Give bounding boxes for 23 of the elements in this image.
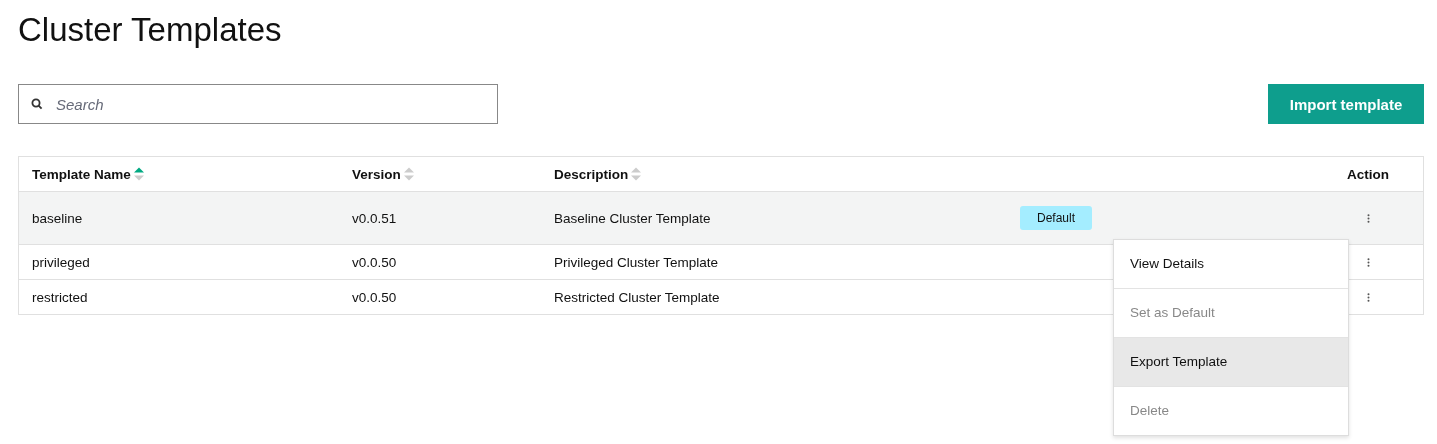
search-icon (31, 98, 43, 110)
version-text: v0.0.51 (352, 210, 397, 226)
column-header[interactable]: Template Name (32, 166, 131, 182)
kebab-menu-icon[interactable] (1366, 257, 1370, 267)
description-text: Privileged Cluster Template (554, 254, 719, 270)
kebab-menu-icon[interactable] (1366, 213, 1370, 223)
default-badge: Default (1020, 206, 1093, 230)
template-name: baseline (32, 210, 83, 226)
version-text: v0.0.50 (352, 289, 397, 305)
kebab-menu-icon[interactable] (1366, 292, 1370, 302)
version-text: v0.0.50 (352, 254, 397, 270)
template-name: restricted (32, 289, 88, 305)
description-text: Restricted Cluster Template (554, 289, 720, 305)
template-name: privileged (32, 254, 90, 270)
table-row[interactable]: baseline v0.0.51 Baseline Cluster Template Default (18, 191, 1424, 245)
column-header[interactable]: Version (352, 166, 401, 182)
sort-icon[interactable] (133, 166, 144, 182)
description-text: Baseline Cluster Template (554, 210, 711, 226)
column-header[interactable]: Description (554, 166, 629, 182)
search-field[interactable]: Search (18, 84, 498, 124)
page-title: Cluster Templates (18, 10, 283, 50)
column-header: Action (1347, 166, 1389, 182)
menu-item[interactable]: Export Template (1114, 337, 1348, 386)
